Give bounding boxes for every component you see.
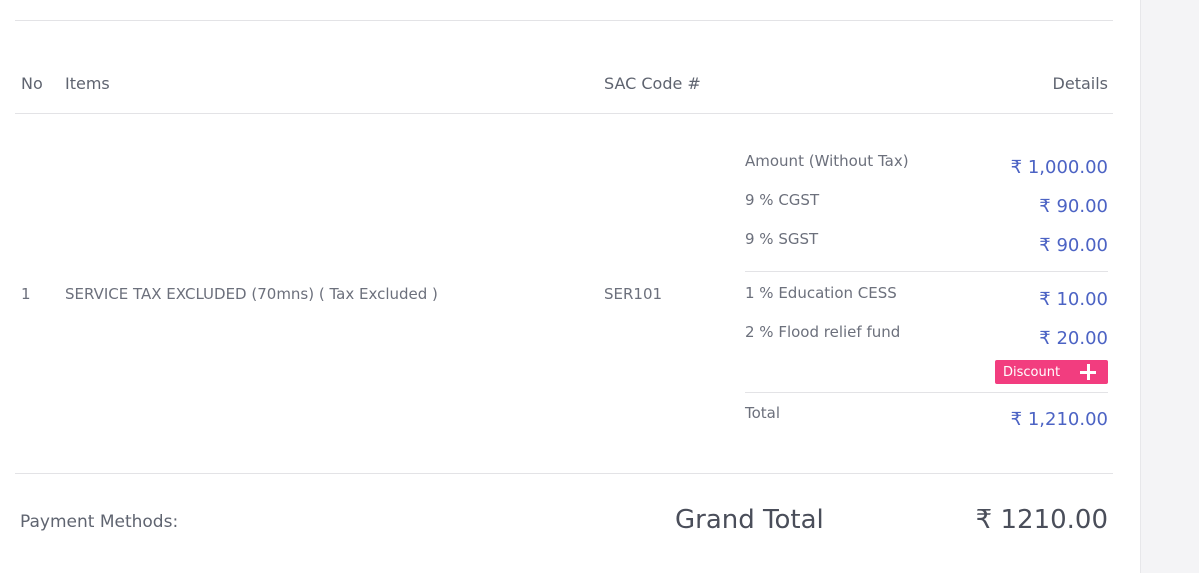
education-cess-value: ₹ 10.00 [1039, 289, 1108, 310]
flood-relief-value: ₹ 20.00 [1039, 328, 1108, 349]
cgst-value: ₹ 90.00 [1039, 196, 1108, 217]
amount-without-tax-label: Amount (Without Tax) [745, 152, 909, 170]
table-bottom-divider [15, 473, 1113, 474]
header-no: No [21, 74, 43, 93]
plus-icon [1079, 363, 1097, 381]
payment-methods-label: Payment Methods: [20, 512, 179, 532]
row-item-name: SERVICE TAX EXCLUDED (70mns) ( Tax Exclu… [65, 285, 438, 303]
amount-without-tax-value: ₹ 1,000.00 [1010, 157, 1108, 178]
header-divider [15, 113, 1113, 114]
sgst-value: ₹ 90.00 [1039, 235, 1108, 256]
add-discount-button[interactable]: Discount [995, 360, 1108, 384]
education-cess-label: 1 % Education CESS [745, 284, 897, 302]
row-sac-code: SER101 [604, 285, 663, 303]
cgst-label: 9 % CGST [745, 191, 820, 209]
top-divider [15, 20, 1113, 21]
flood-relief-label: 2 % Flood relief fund [745, 323, 901, 341]
header-sac-code: SAC Code # [604, 74, 701, 93]
total-label: Total [745, 404, 781, 422]
header-items: Items [65, 74, 110, 93]
total-value: ₹ 1,210.00 [1010, 409, 1108, 430]
grand-total-value: ₹ 1210.00 [975, 505, 1108, 535]
row-number: 1 [21, 285, 31, 303]
tax-divider [745, 271, 1108, 272]
sgst-label: 9 % SGST [745, 230, 819, 248]
discount-button-label: Discount [1003, 364, 1061, 380]
total-divider [745, 392, 1108, 393]
header-details: Details [1052, 74, 1108, 93]
right-side-panel [1140, 0, 1199, 573]
grand-total-label: Grand Total [675, 505, 824, 535]
